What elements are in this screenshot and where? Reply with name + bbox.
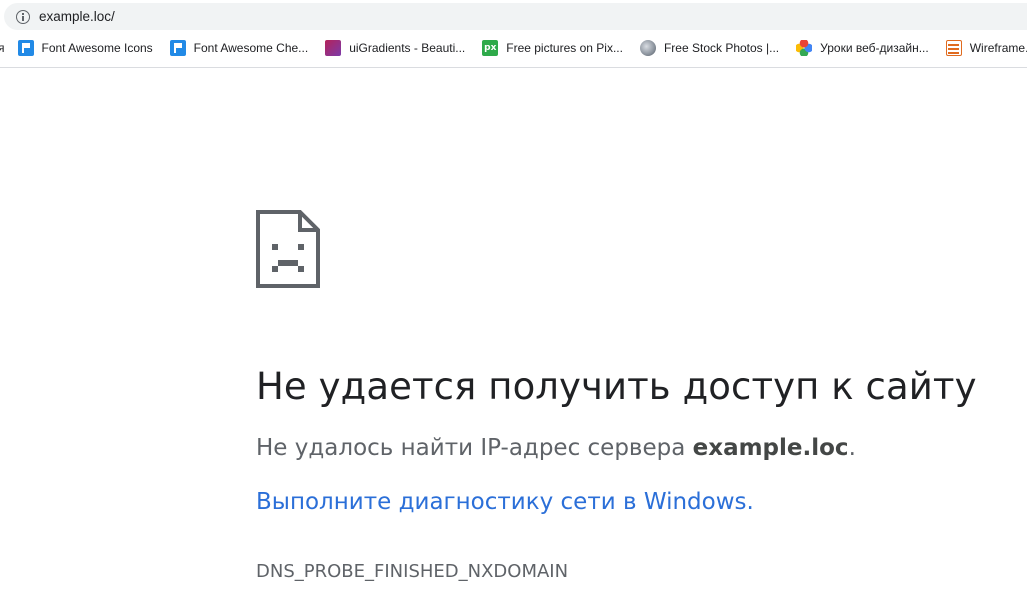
bookmark-label: Wireframe... bbox=[969, 41, 1027, 55]
flag-icon bbox=[169, 40, 186, 56]
sad-page-icon bbox=[256, 210, 320, 288]
bookmark-label: Уроки веб-дизайн... bbox=[820, 41, 929, 55]
site-info-icon[interactable] bbox=[16, 9, 30, 24]
bookmark-free-stock-photos[interactable]: Free Stock Photos |... bbox=[639, 40, 780, 56]
pixabay-icon: px bbox=[482, 40, 499, 56]
error-description-suffix: . bbox=[848, 435, 856, 461]
bookmark-wireframe[interactable]: Wireframe... bbox=[945, 40, 1027, 56]
diagnostics-link-text: Выполните диагностику сети в Windows bbox=[256, 489, 747, 516]
url-text[interactable]: example.loc/ bbox=[39, 9, 115, 24]
error-description: Не удалось найти IP-адрес сервера exampl… bbox=[256, 435, 976, 461]
flag-icon bbox=[17, 40, 34, 56]
globe-icon bbox=[639, 40, 656, 56]
error-page: Не удается получить доступ к сайту Не уд… bbox=[256, 210, 976, 582]
diagnostics-row: Выполните диагностику сети в Windows. bbox=[256, 461, 976, 515]
bookmark-font-awesome-cheatsheet[interactable]: Font Awesome Che... bbox=[169, 40, 309, 56]
error-code: DNS_PROBE_FINISHED_NXDOMAIN bbox=[256, 561, 569, 583]
address-bar[interactable]: example.loc/ bbox=[4, 3, 1027, 30]
diagnostics-link-suffix: . bbox=[746, 489, 754, 516]
bookmarks-bar: я Font Awesome Icons Font Awesome Che...… bbox=[0, 36, 1027, 60]
bookmark-label: Free Stock Photos |... bbox=[663, 41, 780, 55]
gradient-icon bbox=[325, 40, 342, 56]
error-host: example.loc bbox=[692, 435, 849, 461]
wireframe-icon bbox=[945, 40, 962, 56]
run-diagnostics-link[interactable]: Выполните диагностику сети в Windows. bbox=[256, 489, 754, 515]
bookmark-label: Font Awesome Che... bbox=[193, 41, 309, 55]
bookmark-label: uiGradients - Beauti... bbox=[349, 41, 466, 55]
bookmark-web-design-lessons[interactable]: Уроки веб-дизайн... bbox=[796, 40, 929, 56]
bookmark-label: я bbox=[0, 41, 5, 55]
bookmark-font-awesome-icons[interactable]: Font Awesome Icons bbox=[17, 40, 153, 56]
bookmark-label: Free pictures on Pix... bbox=[506, 41, 623, 55]
browser-toolbar: example.loc/ я Font Awesome Icons Font A… bbox=[0, 0, 1027, 68]
bookmark-uigradients[interactable]: uiGradients - Beauti... bbox=[325, 40, 465, 56]
bookmark-pixabay[interactable]: px Free pictures on Pix... bbox=[482, 40, 623, 56]
bookmark-label: Font Awesome Icons bbox=[41, 41, 153, 55]
error-title: Не удается получить доступ к сайту bbox=[256, 365, 977, 408]
flower-icon bbox=[796, 40, 813, 56]
bookmark-item[interactable]: я bbox=[0, 41, 5, 55]
error-description-text: Не удалось найти IP-адрес сервера bbox=[256, 435, 693, 461]
